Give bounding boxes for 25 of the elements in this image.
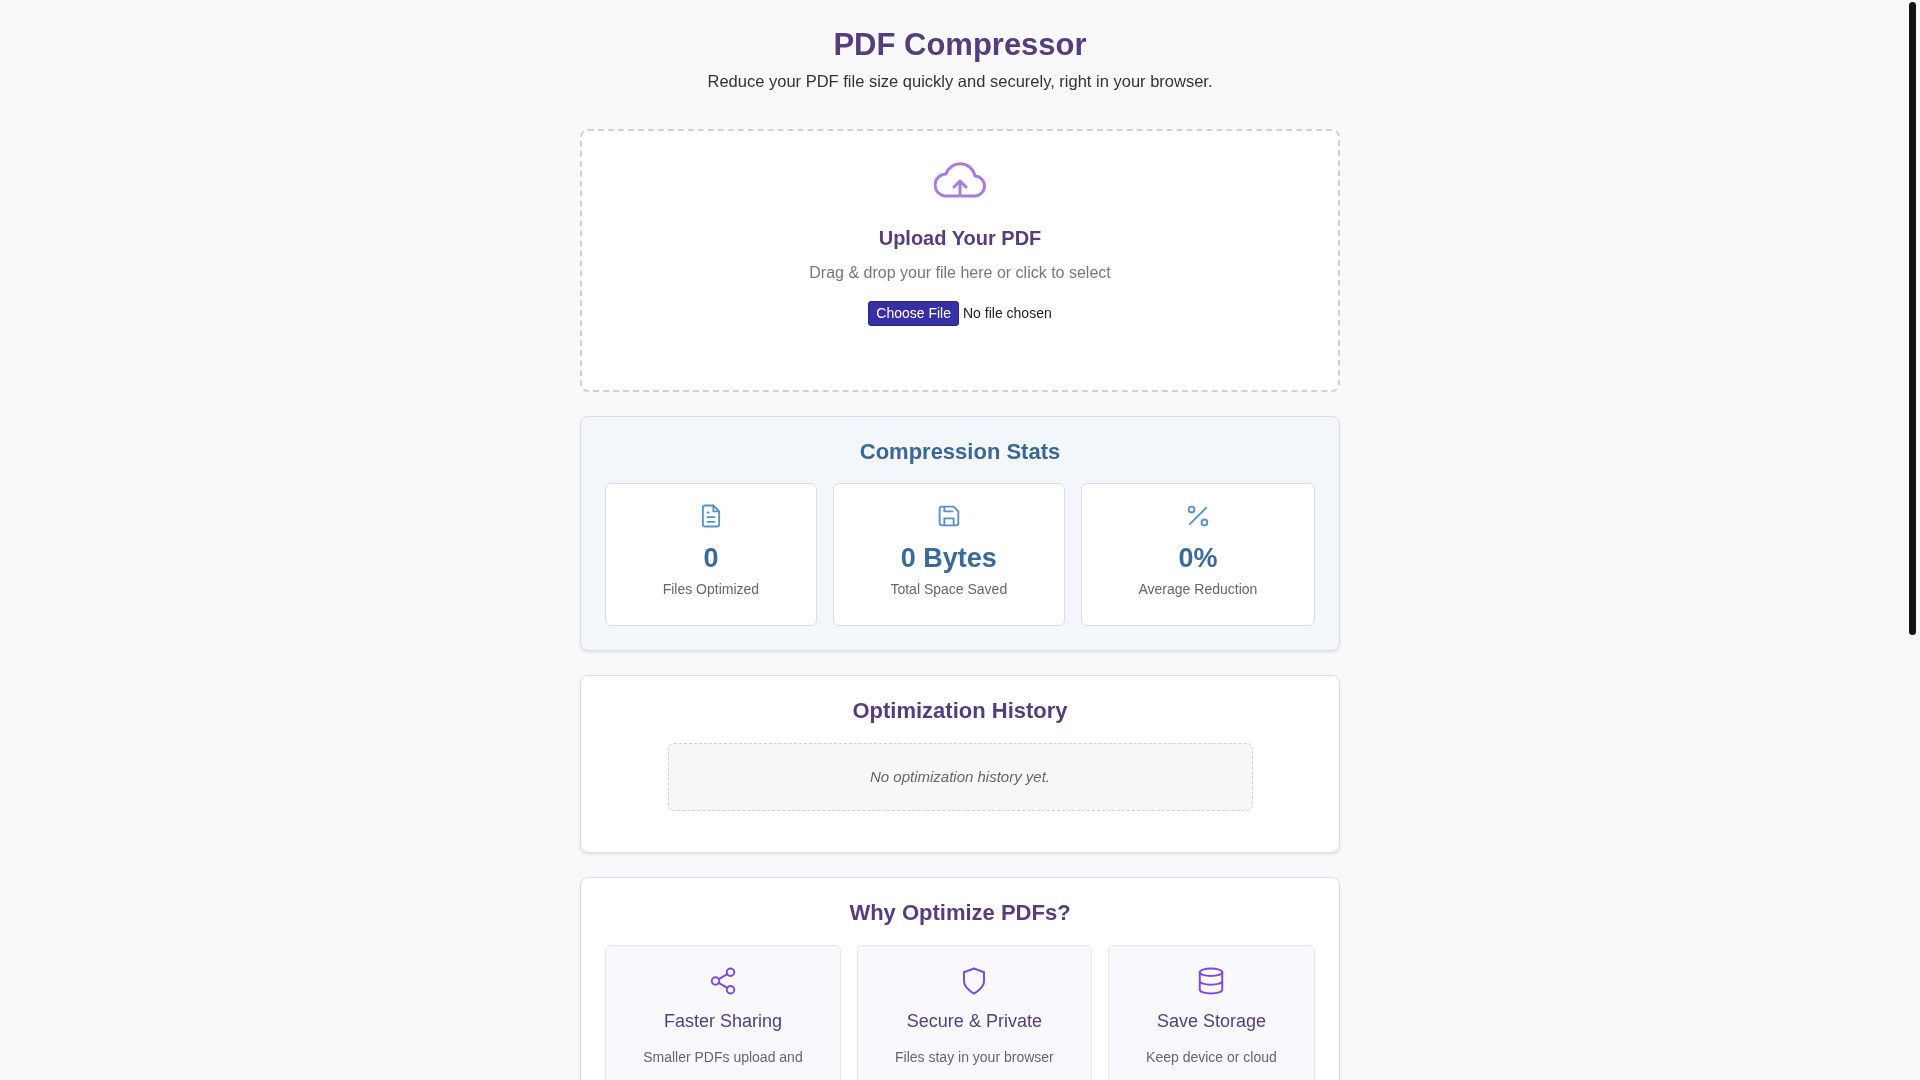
- upload-dropzone[interactable]: Upload Your PDF Drag & drop your file here or click to select Choose File No file chosen: [580, 128, 1340, 392]
- benefit-description: Keep device or cloud: [1145, 1047, 1278, 1067]
- page-title: PDF Compressor: [832, 26, 1088, 64]
- section-title: Optimization History: [851, 698, 1069, 725]
- section-title: Why Optimize PDFs?: [848, 900, 1072, 927]
- benefit-title: Faster Sharing: [662, 1009, 783, 1033]
- stat-value: 0 Bytes: [899, 542, 998, 576]
- benefit-description: Smaller PDFs upload and: [642, 1047, 804, 1067]
- choose-file-button[interactable]: Choose File: [868, 300, 959, 326]
- scrollbar-thumb[interactable]: [1909, 2, 1916, 635]
- file-status-text: No file chosen: [963, 303, 1052, 323]
- stat-label: Total Space Saved: [889, 579, 1009, 599]
- benefit-description: Files stay in your browser: [894, 1047, 1055, 1067]
- stat-label: Files Optimized: [661, 579, 761, 599]
- page-subtitle: Reduce your PDF file size quickly and securely, right in your browser.: [706, 71, 1214, 93]
- upload-hint: Drag & drop your file here or click to select: [808, 262, 1112, 283]
- stat-label: Average Reduction: [1137, 579, 1259, 599]
- upload-title: Upload Your PDF: [877, 225, 1043, 251]
- benefit-title: Secure & Private: [905, 1009, 1043, 1033]
- section-title: Compression Stats: [858, 438, 1062, 466]
- benefit-title: Save Storage: [1155, 1009, 1267, 1033]
- stat-value: 0: [702, 542, 720, 576]
- stat-value: 0%: [1177, 542, 1219, 576]
- empty-history-message: No optimization history yet.: [667, 742, 1253, 812]
- cloud-upload-icon: [934, 160, 986, 199]
